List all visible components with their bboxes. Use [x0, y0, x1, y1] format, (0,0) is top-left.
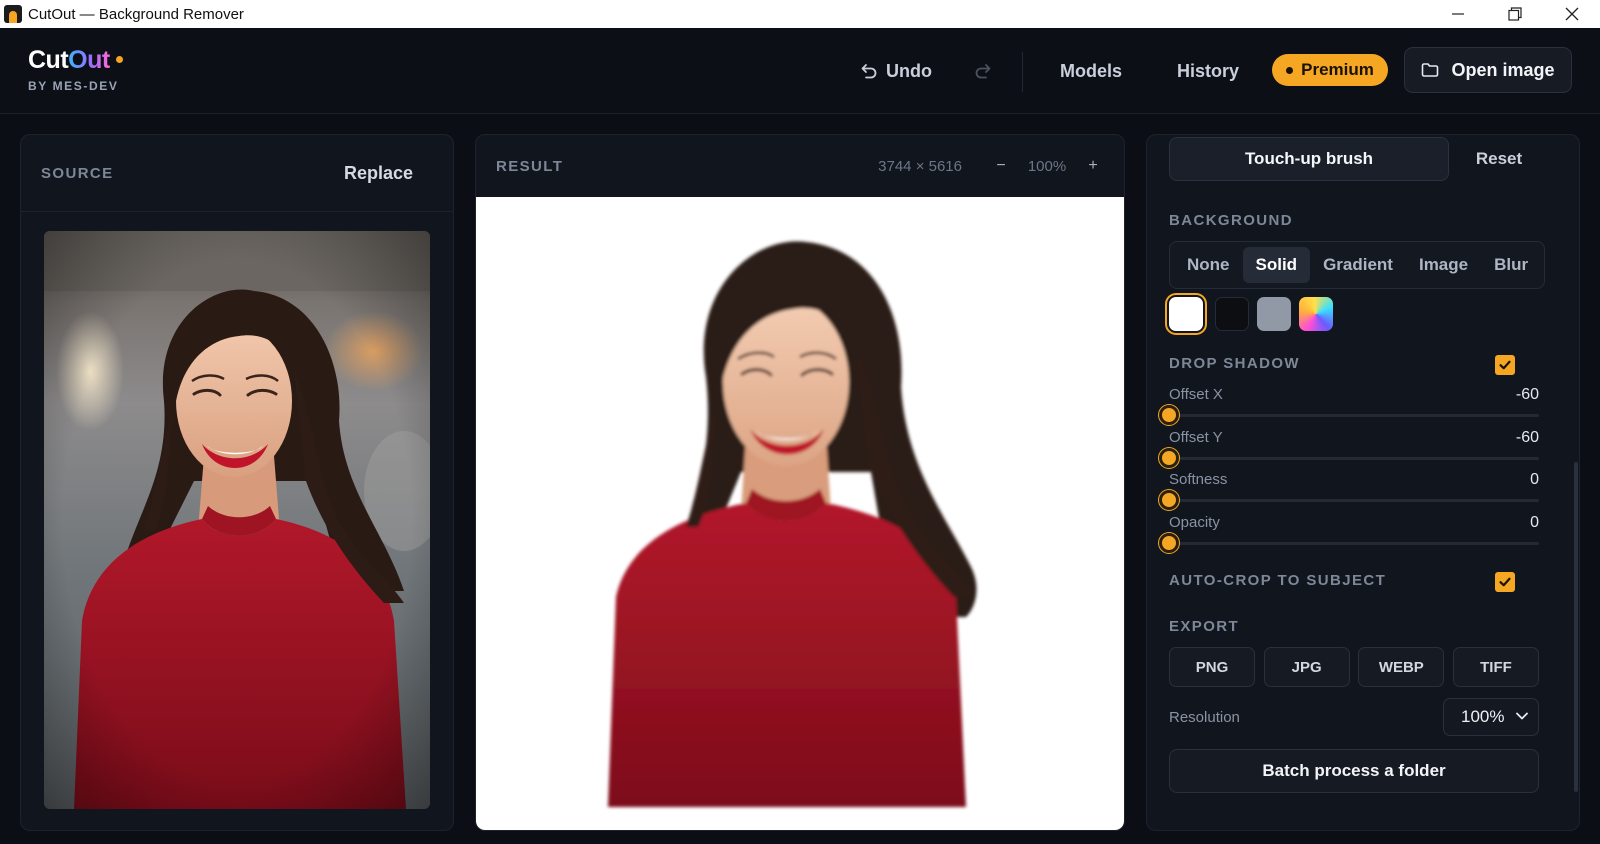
logo-subtitle: BY MES-DEV: [28, 79, 119, 93]
background-option-solid[interactable]: Solid: [1242, 247, 1311, 283]
slider-label: Opacity: [1169, 514, 1220, 531]
app-icon: [4, 5, 22, 23]
slider-label: Offset Y: [1169, 429, 1223, 446]
export-formats: PNG JPG WEBP TIFF: [1169, 647, 1539, 687]
offset-y-slider: Offset Y -60: [1159, 429, 1539, 468]
drop-shadow-label: DROP SHADOW: [1169, 355, 1300, 372]
batch-process-button[interactable]: Batch process a folder: [1169, 749, 1539, 793]
slider-thumb[interactable]: [1159, 490, 1179, 510]
background-option-gradient[interactable]: Gradient: [1310, 247, 1406, 283]
open-image-label: Open image: [1451, 59, 1555, 80]
swatch-gray[interactable]: [1257, 297, 1291, 331]
slider-value: -60: [1515, 386, 1539, 403]
undo-icon: [861, 64, 877, 79]
export-tiff-button[interactable]: TIFF: [1452, 647, 1539, 687]
slider-value: 0: [1530, 514, 1539, 531]
reset-button[interactable]: Reset: [1449, 137, 1549, 181]
source-image: [44, 231, 430, 809]
models-button[interactable]: Models: [1060, 28, 1122, 114]
window-title: CutOut — Background Remover: [28, 5, 244, 23]
history-button[interactable]: History: [1177, 28, 1239, 114]
premium-button[interactable]: Premium: [1272, 54, 1388, 86]
export-webp-button[interactable]: WEBP: [1358, 647, 1445, 687]
swatch-black[interactable]: [1215, 297, 1249, 331]
tool-tabs: Touch-up brush Reset: [1169, 137, 1549, 181]
logo: CutOut BY MES-DEV: [28, 46, 123, 93]
image-dimensions: 3744 × 5616: [878, 157, 962, 175]
export-png-button[interactable]: PNG: [1169, 647, 1255, 687]
slider-track[interactable]: [1159, 448, 1539, 468]
premium-label: Premium: [1301, 60, 1374, 79]
checkmark-icon: [1499, 577, 1511, 587]
softness-slider: Softness 0: [1159, 471, 1539, 510]
slider-value: 0: [1530, 471, 1539, 488]
undo-label: Undo: [886, 60, 932, 81]
resolution-select[interactable]: 100%: [1443, 698, 1539, 736]
logo-wordmark: CutOut: [28, 46, 123, 75]
restore-icon[interactable]: [1486, 0, 1543, 28]
result-panel: RESULT 3744 × 5616 − 100% +: [475, 134, 1125, 831]
auto-crop-label: AUTO-CROP TO SUBJECT: [1169, 572, 1387, 589]
slider-thumb[interactable]: [1159, 533, 1179, 553]
controls-panel: Touch-up brush Reset BACKGROUND None Sol…: [1146, 134, 1580, 831]
app-header: CutOut BY MES-DEV Undo Models History Pr…: [0, 28, 1600, 114]
slider-track[interactable]: [1159, 405, 1539, 425]
export-label: EXPORT: [1169, 618, 1240, 635]
window-titlebar: CutOut — Background Remover: [0, 0, 1600, 28]
folder-icon: [1422, 63, 1439, 77]
source-title: SOURCE: [41, 164, 114, 182]
undo-button[interactable]: Undo: [860, 28, 932, 114]
zoom-out-button[interactable]: −: [990, 157, 1012, 175]
logo-dot: [115, 56, 123, 63]
replace-button[interactable]: Replace: [344, 163, 413, 184]
result-title: RESULT: [496, 157, 564, 175]
source-header: SOURCE Replace: [21, 135, 453, 212]
slider-value: -60: [1515, 429, 1539, 446]
slider-track[interactable]: [1159, 533, 1539, 553]
resolution-label: Resolution: [1169, 709, 1240, 726]
result-meta: 3744 × 5616 − 100% +: [878, 157, 1104, 175]
auto-crop-checkbox[interactable]: [1495, 572, 1515, 592]
drop-shadow-checkbox[interactable]: [1495, 355, 1515, 375]
open-image-button[interactable]: Open image: [1404, 47, 1572, 93]
result-canvas[interactable]: [476, 197, 1124, 830]
zoom-level: 100%: [1027, 157, 1067, 175]
header-divider: [1022, 52, 1023, 92]
background-mode-selector: None Solid Gradient Image Blur: [1169, 241, 1545, 289]
chevron-down-icon: [1516, 712, 1528, 720]
opacity-slider: Opacity 0: [1159, 514, 1539, 553]
swatch-gradient[interactable]: [1299, 297, 1333, 331]
window-controls: [1429, 0, 1600, 28]
slider-track[interactable]: [1159, 490, 1539, 510]
result-image: [608, 241, 977, 807]
slider-thumb[interactable]: [1159, 405, 1179, 425]
slider-label: Offset X: [1169, 386, 1223, 403]
source-panel: SOURCE Replace: [20, 134, 454, 831]
offset-x-slider: Offset X -60: [1159, 386, 1539, 425]
slider-label: Softness: [1169, 471, 1228, 488]
premium-dot-icon: [1286, 66, 1294, 74]
resolution-value: 100%: [1461, 707, 1505, 726]
checkmark-icon: [1499, 360, 1511, 370]
redo-button[interactable]: [974, 28, 992, 114]
export-jpg-button[interactable]: JPG: [1263, 647, 1350, 687]
touch-up-brush-button[interactable]: Touch-up brush: [1169, 137, 1449, 181]
background-option-image[interactable]: Image: [1406, 247, 1481, 283]
color-swatches: [1167, 297, 1341, 331]
minimize-icon[interactable]: [1429, 0, 1486, 28]
redo-icon: [975, 64, 991, 79]
swatch-white[interactable]: [1169, 297, 1203, 331]
slider-thumb[interactable]: [1159, 448, 1179, 468]
controls-scrollbar[interactable]: [1574, 462, 1578, 792]
zoom-in-button[interactable]: +: [1082, 157, 1104, 175]
background-option-blur[interactable]: Blur: [1481, 247, 1541, 283]
background-section-label: BACKGROUND: [1169, 212, 1293, 229]
close-icon[interactable]: [1543, 0, 1600, 28]
background-option-none[interactable]: None: [1174, 247, 1243, 283]
result-header: RESULT 3744 × 5616 − 100% +: [476, 135, 1124, 197]
